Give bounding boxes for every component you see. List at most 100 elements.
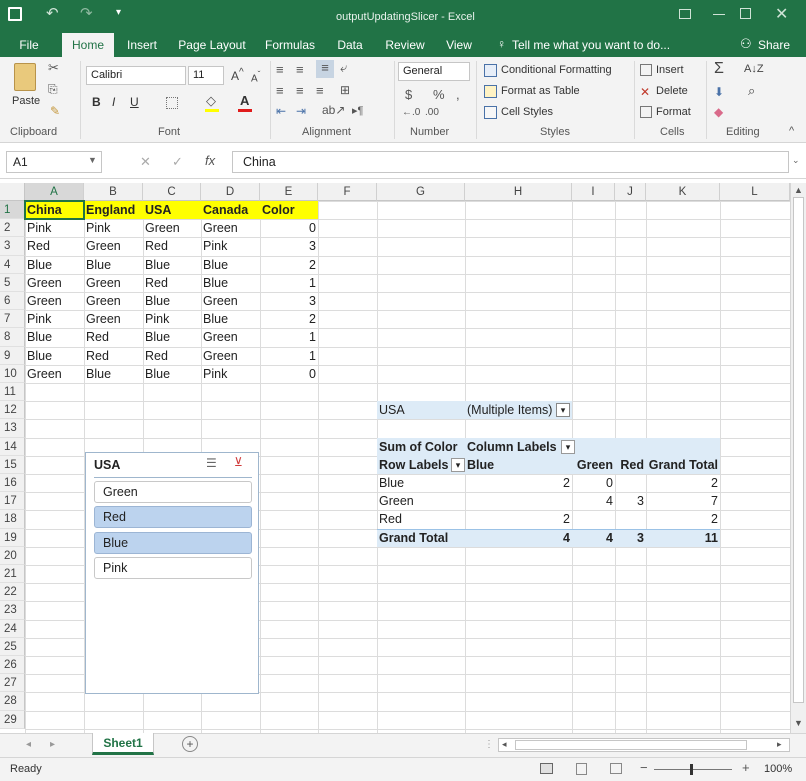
align-bottom-icon[interactable]: ≡ — [316, 60, 334, 78]
table-cell[interactable]: Blue — [143, 328, 201, 346]
tab-formulas[interactable]: Formulas — [262, 33, 318, 57]
table-cell[interactable]: Green — [25, 274, 84, 292]
column-header-i[interactable]: I — [572, 183, 615, 201]
row-header-10[interactable]: 10 — [0, 364, 25, 383]
ribbon-display-icon[interactable] — [679, 9, 691, 19]
table-cell[interactable]: Pink — [201, 237, 260, 255]
row-labels-dropdown-icon[interactable]: ▾ — [451, 457, 465, 472]
table-cell[interactable]: Blue — [201, 310, 260, 328]
table-cell[interactable]: Blue — [25, 347, 84, 365]
zoom-slider[interactable] — [654, 769, 732, 770]
row-header-19[interactable]: 19 — [0, 528, 25, 547]
share-button[interactable]: Share — [758, 38, 790, 52]
clear-filter-icon[interactable]: ⊻ — [234, 455, 243, 469]
pivot-value-cell[interactable]: 2 — [646, 474, 720, 492]
column-header-c[interactable]: C — [143, 183, 201, 201]
pivot-value-cell[interactable]: 2 — [465, 474, 572, 492]
tab-insert[interactable]: Insert — [122, 33, 162, 57]
orientation-icon[interactable]: ab↗ — [322, 103, 345, 117]
table-cell[interactable]: Green — [143, 219, 201, 237]
table-cell[interactable]: 1 — [260, 274, 318, 292]
normal-view-icon[interactable] — [540, 763, 553, 774]
pivot-grand-total-cell[interactable]: 4 — [465, 529, 572, 547]
table-cell[interactable]: Blue — [25, 256, 84, 274]
table-cell[interactable]: Blue — [201, 256, 260, 274]
increase-indent-icon[interactable]: ⇥ — [296, 104, 306, 118]
pivot-value-cell[interactable]: 3 — [615, 492, 646, 510]
sort-filter-icon[interactable]: A↓Z — [744, 63, 764, 75]
table-cell[interactable]: Red — [84, 347, 143, 365]
table-cell[interactable]: Blue — [201, 274, 260, 292]
slicer-item-red[interactable]: Red — [94, 506, 252, 529]
row-header-26[interactable]: 26 — [0, 656, 25, 675]
row-header-23[interactable]: 23 — [0, 601, 25, 620]
pivot-row-label[interactable]: Blue — [377, 474, 465, 492]
comma-icon[interactable]: , — [456, 87, 460, 102]
row-header-16[interactable]: 16 — [0, 474, 25, 493]
table-cell[interactable]: Blue — [84, 365, 143, 383]
pivot-column-labels[interactable]: Column Labels — [465, 438, 572, 456]
scroll-left-icon[interactable]: ◂ — [502, 739, 507, 750]
name-box-dropdown-icon[interactable]: ▼ — [88, 155, 97, 165]
horizontal-scrollbar[interactable]: ◂ ▸ — [498, 738, 790, 752]
vertical-scroll-thumb[interactable] — [793, 197, 804, 703]
table-cell[interactable]: Red — [143, 237, 201, 255]
new-sheet-icon[interactable]: + — [182, 736, 198, 752]
copy-icon[interactable]: ⎘ — [48, 82, 58, 97]
column-header-d[interactable]: D — [201, 183, 260, 201]
row-header-13[interactable]: 13 — [0, 419, 25, 438]
table-cell[interactable]: Red — [25, 237, 84, 255]
row-header-12[interactable]: 12 — [0, 401, 25, 420]
cut-icon[interactable]: ✂ — [48, 60, 59, 76]
collapse-ribbon-icon[interactable]: ^ — [789, 125, 794, 137]
pivot-column-header[interactable]: Green — [572, 456, 615, 474]
pivot-row-label[interactable]: Red — [377, 510, 465, 528]
table-cell[interactable]: Pink — [25, 219, 84, 237]
row-header-17[interactable]: 17 — [0, 492, 25, 511]
tab-review[interactable]: Review — [382, 33, 428, 57]
table-cell[interactable]: 2 — [260, 310, 318, 328]
row-header-6[interactable]: 6 — [0, 292, 25, 311]
tell-me-box[interactable]: Tell me what you want to do... — [512, 38, 670, 52]
pivot-value-cell[interactable] — [615, 474, 646, 492]
multi-select-icon[interactable]: ☰ — [206, 456, 217, 470]
tab-view[interactable]: View — [442, 33, 476, 57]
table-cell[interactable]: Pink — [84, 219, 143, 237]
cancel-icon[interactable]: ✕ — [140, 154, 151, 170]
decrease-font-icon[interactable]: Aˇ — [251, 69, 260, 84]
row-header-14[interactable]: 14 — [0, 437, 25, 456]
row-header-24[interactable]: 24 — [0, 619, 25, 638]
minimize-icon[interactable] — [713, 14, 725, 15]
fill-color-icon[interactable]: ◇ — [206, 93, 216, 109]
close-icon[interactable]: ✕ — [775, 4, 788, 24]
table-cell[interactable]: Red — [143, 347, 201, 365]
row-header-9[interactable]: 9 — [0, 346, 25, 365]
merge-center-icon[interactable]: ⊞ — [340, 83, 350, 97]
table-cell[interactable]: Blue — [143, 365, 201, 383]
row-header-27[interactable]: 27 — [0, 674, 25, 693]
expand-formula-icon[interactable]: ⌄ — [792, 155, 800, 166]
underline-button[interactable]: U — [130, 95, 139, 109]
filter-dropdown-icon[interactable]: ▾ — [556, 403, 570, 418]
font-name-box[interactable]: Calibri — [86, 66, 186, 85]
insert-cells-button[interactable]: Insert — [656, 64, 684, 76]
table-cell[interactable]: Green — [84, 310, 143, 328]
fill-icon[interactable]: ⬇ — [714, 85, 724, 99]
row-header-25[interactable]: 25 — [0, 637, 25, 656]
cell-styles-button[interactable]: Cell Styles — [501, 106, 553, 118]
prev-sheet-icon[interactable]: ◂ — [26, 739, 31, 750]
column-header-f[interactable]: F — [318, 183, 377, 201]
maximize-icon[interactable] — [740, 8, 751, 19]
row-header-20[interactable]: 20 — [0, 546, 25, 565]
pivot-grand-total-cell[interactable]: 11 — [646, 529, 720, 547]
pivot-column-header[interactable]: Red — [615, 456, 646, 474]
undo-icon[interactable]: ↶ — [46, 4, 59, 22]
table-cell[interactable]: Blue — [25, 328, 84, 346]
row-header-11[interactable]: 11 — [0, 383, 25, 402]
insert-function-icon[interactable]: fx — [205, 153, 215, 168]
table-cell[interactable]: Green — [201, 292, 260, 310]
italic-button[interactable]: I — [112, 95, 115, 109]
table-cell[interactable]: Blue — [143, 256, 201, 274]
align-right-icon[interactable]: ≡ — [316, 83, 324, 98]
horizontal-scroll-thumb[interactable] — [515, 740, 747, 750]
